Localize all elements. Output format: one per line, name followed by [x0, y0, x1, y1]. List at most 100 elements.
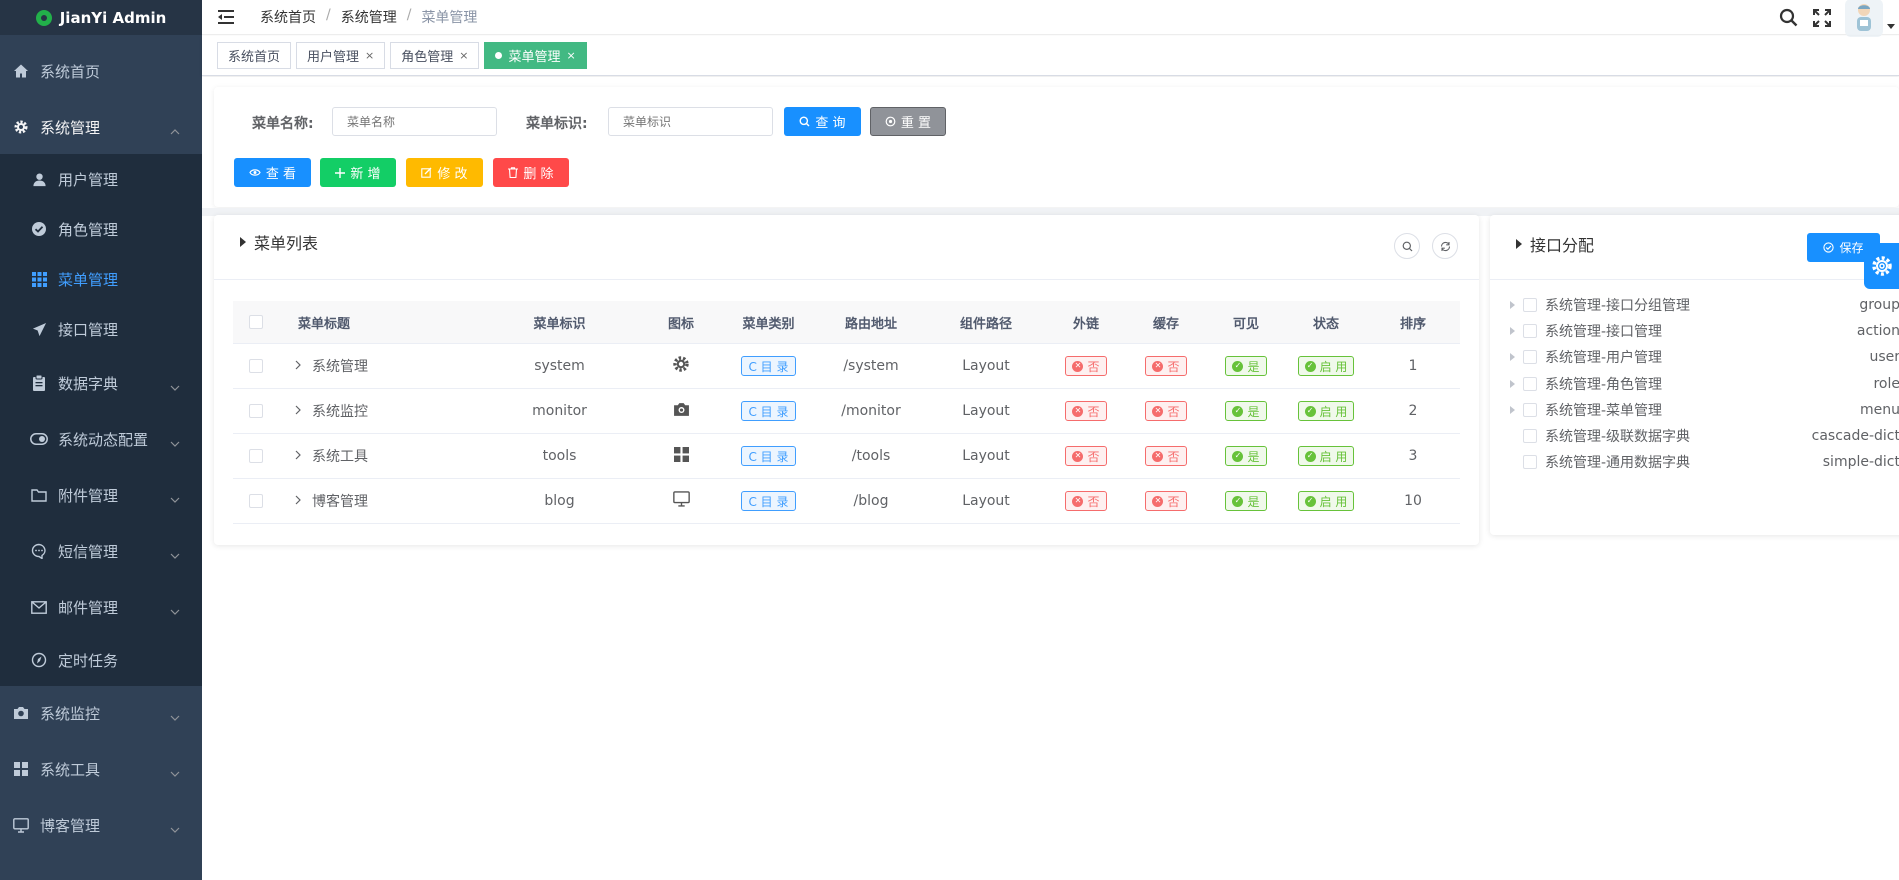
sidebar-item-sms[interactable]: 短信管理 — [0, 526, 202, 576]
sidebar-item-label: 系统工具 — [40, 760, 101, 779]
tree-checkbox[interactable] — [1523, 324, 1537, 339]
tree-checkbox[interactable] — [1523, 429, 1537, 443]
settings-drawer-toggle[interactable] — [1864, 243, 1899, 289]
row-checkbox[interactable] — [249, 359, 263, 373]
sidebar-item-home[interactable]: 系统首页 — [0, 46, 202, 96]
chevron-right-icon[interactable] — [295, 403, 302, 419]
sidebar-item-system[interactable]: 系统管理 — [0, 102, 202, 152]
menu-key-input[interactable] — [608, 107, 773, 136]
sidebar-item-mail[interactable]: 邮件管理 — [0, 582, 202, 632]
close-icon[interactable]: × — [567, 49, 576, 62]
search-icon[interactable] — [1771, 1, 1805, 35]
table-row[interactable]: 博客管理 blog C 目 录/blog Layout ✕ 否 ✕ 否 ✓ 是 ✓ 启 用 10 — [233, 479, 1460, 524]
badge-text: 是 — [1247, 494, 1260, 509]
sidebar-item-dict[interactable]: 数据字典 — [0, 358, 202, 408]
sidebar-item-role[interactable]: 角色管理 — [0, 204, 202, 254]
expand-caret-icon[interactable] — [1510, 301, 1515, 309]
component-value: Layout — [962, 358, 1010, 374]
query-button[interactable]: 查 询 — [784, 107, 861, 136]
menu-list-header[interactable]: 菜单列表 — [240, 230, 318, 254]
tag-menu[interactable]: 菜单管理 × — [484, 42, 587, 69]
table-cell — [641, 389, 721, 433]
sidebar-item-monitor[interactable]: 系统监控 — [0, 688, 202, 738]
sidebar-item-user[interactable]: 用户管理 — [0, 154, 202, 204]
add-button[interactable]: 新 增 — [320, 158, 396, 187]
table-row[interactable]: 系统管理 system C 目 录/system Layout ✕ 否 ✕ 否 ✓ 是 ✓ 启 用1 — [233, 344, 1460, 389]
api-assign-header[interactable]: 接口分配 — [1516, 232, 1594, 256]
tag-role[interactable]: 角色管理 × — [390, 42, 480, 69]
header-cell: 图标 — [667, 316, 694, 332]
header-cell: 排序 — [1399, 316, 1426, 332]
chevron-right-icon[interactable] — [295, 448, 302, 464]
chevron-right-icon[interactable] — [295, 493, 302, 509]
caret-right-icon — [240, 237, 246, 247]
table-row[interactable]: 系统工具 tools C 目 录/tools Layout ✕ 否 ✕ 否 ✓ 是 ✓ 启 用3 — [233, 434, 1460, 479]
badge-text: 否 — [1087, 404, 1100, 419]
tag-home[interactable]: 系统首页 — [217, 42, 292, 69]
delete-button[interactable]: 删 除 — [493, 158, 569, 187]
tree-checkbox[interactable] — [1523, 455, 1537, 470]
edit-button[interactable]: 修 改 — [406, 158, 483, 187]
sidebar-item-tools[interactable]: 系统工具 — [0, 744, 202, 794]
status-badge: ✓ 启 用 — [1297, 356, 1355, 376]
gear-icon — [672, 355, 690, 377]
button-label: 查 看 — [265, 167, 297, 182]
search-toggle-button[interactable] — [1394, 233, 1420, 259]
tree-checkbox[interactable] — [1523, 298, 1537, 312]
order-value: 3 — [1408, 448, 1418, 464]
edit-icon — [421, 167, 432, 178]
refresh-button[interactable] — [1432, 233, 1458, 259]
table-cell: ✓ 是 — [1206, 434, 1286, 478]
expand-caret-icon[interactable] — [1510, 353, 1515, 362]
cache-badge: ✕ 否 — [1145, 491, 1187, 511]
row-checkbox[interactable] — [249, 404, 263, 418]
tree-node[interactable]: 系统管理-用户管理 user — [1510, 344, 1899, 370]
tree-node[interactable]: 系统管理-接口管理 action — [1510, 318, 1899, 344]
table-cell: Layout — [926, 344, 1046, 388]
tree-node[interactable]: 系统管理-级联数据字典 cascade-dict — [1510, 423, 1899, 449]
sidebar-item-dynamic-config[interactable]: 系统动态配置 — [0, 414, 202, 464]
close-icon[interactable]: × — [459, 49, 468, 62]
table-row[interactable]: 系统监控 monitor C 目 录/monitor Layout ✕ 否 ✕ 否 ✓ 是 ✓ 启 用… — [233, 389, 1460, 434]
type-badge: C 目 录 — [741, 446, 796, 466]
type-badge: C 目 录 — [741, 491, 796, 511]
tag-user[interactable]: 用户管理 × — [296, 42, 386, 69]
expand-caret-icon[interactable] — [1510, 379, 1515, 388]
tree-node[interactable]: 系统管理-接口分组管理 group — [1510, 292, 1899, 318]
row-checkbox[interactable] — [249, 449, 263, 463]
tree-node[interactable]: 系统管理-通用数据字典 simple-dict — [1510, 449, 1899, 475]
sidebar-item-scheduled-task[interactable]: 定时任务 — [0, 635, 202, 685]
fullscreen-icon[interactable] — [1805, 1, 1839, 35]
cache-badge: ✕ 否 — [1145, 356, 1187, 376]
sidebar-item-attachment[interactable]: 附件管理 — [0, 470, 202, 520]
sidebar-item-blog[interactable]: 博客管理 — [0, 800, 202, 850]
reset-button[interactable]: 重 置 — [870, 107, 946, 136]
tree-node-value: group — [1859, 297, 1899, 313]
refresh-icon — [1440, 241, 1450, 251]
select-all-checkbox[interactable] — [249, 315, 263, 329]
hamburger-icon[interactable] — [218, 9, 238, 25]
type-badge: C 目 录 — [741, 356, 796, 376]
avatar[interactable] — [1845, 0, 1883, 37]
api-assign-card: 接口分配 保存 系统管理-接口分组管理 group 系统管理-接口管理 action 系… — [1490, 215, 1899, 535]
breadcrumb-system[interactable]: 系统管理 — [341, 7, 397, 27]
view-button[interactable]: 查 看 — [234, 158, 311, 187]
tree-checkbox[interactable] — [1523, 350, 1537, 365]
tree-node-value: simple-dict — [1822, 454, 1899, 471]
sidebar-item-api[interactable]: 接口管理 — [0, 304, 202, 354]
sidebar-item-menu[interactable]: 菜单管理 — [0, 254, 202, 304]
breadcrumb-home[interactable]: 系统首页 — [260, 7, 316, 27]
expand-caret-icon[interactable] — [1510, 405, 1515, 414]
expand-caret-icon[interactable] — [1510, 327, 1515, 336]
tree-checkbox[interactable] — [1523, 376, 1537, 391]
menu-name-input[interactable] — [332, 107, 497, 136]
row-checkbox[interactable] — [249, 494, 263, 508]
tree-node[interactable]: 系统管理-菜单管理 menu — [1510, 397, 1899, 423]
caret-down-icon[interactable] — [1887, 1, 1899, 35]
tree-checkbox[interactable] — [1523, 402, 1537, 417]
app-logo[interactable]: JianYi Admin — [0, 0, 202, 35]
tree-node[interactable]: 系统管理-角色管理 role — [1510, 371, 1899, 397]
header-cell: 菜单标题 — [298, 316, 351, 332]
chevron-right-icon[interactable] — [295, 358, 302, 374]
close-icon[interactable]: × — [365, 49, 374, 62]
